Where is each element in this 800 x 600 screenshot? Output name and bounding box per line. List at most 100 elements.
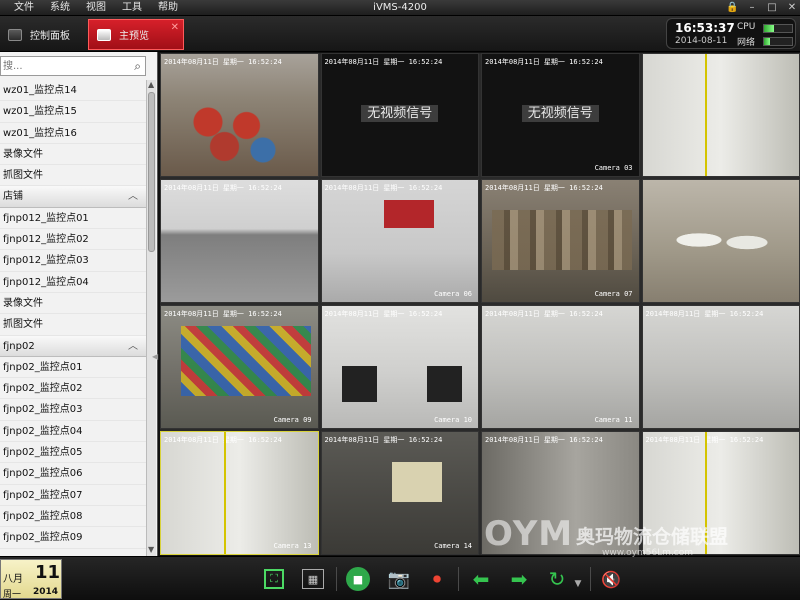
chevron-up-icon[interactable]: ︿ [128, 186, 138, 207]
tab-control-panel-label: 控制面板 [30, 31, 70, 42]
scroll-thumb[interactable] [148, 92, 155, 252]
menu-system[interactable]: 系统 [42, 0, 78, 16]
tree-item[interactable]: 抓图文件 [0, 314, 146, 336]
close-button[interactable]: ✕ [786, 0, 798, 16]
tree-scrollbar[interactable]: ▲ ▼ [146, 80, 156, 556]
camera-view[interactable]: 2014年08月11日 星期一 16:52:24 [160, 53, 319, 177]
calendar-day: 11 [35, 562, 61, 583]
no-signal-overlay: 无视频信号 [322, 102, 479, 122]
collapse-sidebar-icon[interactable]: ◀ [152, 352, 158, 361]
toolbar-divider [336, 567, 337, 591]
tree-item[interactable]: fjnp02_监控点09 [0, 527, 146, 549]
tab-close-icon[interactable]: ✕ [171, 22, 179, 33]
scroll-up-icon[interactable]: ▲ [148, 80, 154, 89]
network-label: 网络 [737, 38, 756, 48]
camera-view[interactable]: 2014年08月11日 星期一 16:52:24 Camera 07 [481, 179, 640, 303]
status-panel: 16:53:37 2014-08-11 CPU 网络 [666, 18, 796, 49]
camera-timestamp: 2014年08月11日 星期一 16:52:24 [164, 58, 282, 66]
camera-view[interactable]: 2014年08月11日 星期一 16:52:24 Camera 10 [320, 305, 479, 429]
capture-icon[interactable]: 📷 [386, 566, 412, 592]
tree-item[interactable]: 抓图文件 [0, 165, 146, 187]
previous-page-icon[interactable]: ⬅ [468, 566, 494, 592]
tree-item[interactable]: fjnp012_监控点04 [0, 272, 146, 293]
tree-item[interactable]: fjnp012_监控点02 [0, 229, 146, 251]
camera-name: Camera 06 [434, 290, 472, 298]
tree-item-label: fjnp02_监控点03 [3, 404, 83, 416]
cycle-dropdown-icon[interactable]: ▼ [572, 571, 584, 597]
camera-view[interactable]: 2014年08月11日 星期一 16:52:24 [641, 431, 800, 555]
tree-item-label: fjnp02_监控点07 [3, 489, 83, 501]
control-panel-icon [8, 28, 22, 41]
cycle-icon[interactable]: ↻ [544, 566, 570, 592]
menu-help[interactable]: 帮助 [150, 0, 186, 16]
next-page-icon[interactable]: ➡ [506, 566, 532, 592]
stop-all-icon[interactable]: ■ [346, 567, 370, 591]
tree-item-label: wz01_监控点16 [3, 127, 77, 139]
search-input[interactable] [3, 59, 123, 73]
clock-date: 2014-08-11 [675, 36, 728, 46]
tree-item-label: 录像文件 [3, 297, 43, 309]
fullscreen-icon[interactable]: ⛶ [264, 569, 284, 589]
tab-control-panel[interactable]: 控制面板 [0, 19, 86, 50]
tree-item[interactable]: wz01_监控点15 [0, 101, 146, 123]
mute-icon[interactable]: 🔇 [598, 566, 624, 592]
tree-item[interactable]: fjnp02_监控点04 [0, 421, 146, 443]
tree-item-label: fjnp012_监控点04 [3, 276, 89, 288]
tree-item-label: fjnp02_监控点06 [3, 468, 83, 480]
camera-view[interactable] [641, 179, 800, 303]
tree-item[interactable]: fjnp02_监控点07 [0, 485, 146, 506]
tree-item[interactable]: fjnp02_监控点01 [0, 357, 146, 379]
tree-item[interactable]: 录像文件 [0, 293, 146, 315]
camera-view[interactable]: 2014年08月11日 星期一 16:52:24 [641, 305, 800, 429]
tree-item[interactable]: fjnp012_监控点03 [0, 250, 146, 272]
tree-item[interactable]: fjnp02_监控点05 [0, 442, 146, 464]
tree-item-label: 抓图文件 [3, 319, 43, 331]
camera-view[interactable]: 2014年08月11日 星期一 16:52:24 Camera 06 [320, 179, 479, 303]
network-meter-fill [764, 38, 770, 45]
resource-sidebar: ⌕ wz01_监控点14wz01_监控点15wz01_监控点16录像文件抓图文件… [0, 52, 158, 556]
record-icon[interactable]: ⏺ [424, 566, 450, 592]
camera-view[interactable]: 2014年08月11日 星期一 16:52:24 无视频信号 Camera 03 [481, 53, 640, 177]
camera-name: Camera 13 [273, 542, 312, 550]
tree-item[interactable]: fjnp02_监控点08 [0, 506, 146, 528]
menu-tools[interactable]: 工具 [114, 0, 150, 16]
tree-item-label: wz01_监控点14 [3, 85, 77, 96]
camera-view[interactable]: 2014年08月11日 星期一 16:52:24 Camera 09 [160, 305, 319, 429]
bottom-toolbar: 八月 11 周一 2014 ⛶ ▦ ■ 📷 ⏺ ⬅ ➡ ↻ ▼ 🔇 [0, 556, 800, 600]
camera-tree: wz01_监控点14 wz01_监控点15 wz01_监控点16 录像文件 抓图文件 店铺… [0, 80, 146, 556]
tab-main-preview[interactable]: 主预览 ✕ [88, 19, 184, 50]
title-bar: 文件 系统 视图 工具 帮助 iVMS-4200 🔒 – □ ✕ [0, 0, 800, 16]
maximize-button[interactable]: □ [766, 0, 778, 16]
camera-name: Camera 14 [434, 542, 472, 550]
lock-icon[interactable]: 🔒 [726, 0, 738, 16]
no-signal-label: 无视频信号 [361, 105, 439, 122]
tree-item[interactable]: fjnp02_监控点03 [0, 399, 146, 421]
tab-bar: 控制面板 主预览 ✕ 16:53:37 2014-08-11 CPU 网络 [0, 16, 800, 52]
tree-item[interactable]: fjnp02_监控点06 [0, 463, 146, 485]
camera-timestamp: 2014年08月11日 星期一 16:52:24 [645, 436, 764, 444]
tree-group-header[interactable]: fjnp02 ︿ [0, 335, 146, 357]
scroll-down-icon[interactable]: ▼ [148, 545, 154, 554]
chevron-up-icon[interactable]: ︿ [128, 336, 138, 357]
menu-file[interactable]: 文件 [0, 0, 42, 16]
tree-item[interactable]: fjnp012_监控点01 [0, 208, 146, 230]
tree-item[interactable]: 录像文件 [0, 144, 146, 166]
camera-view[interactable]: 2014年08月11日 星期一 16:52:24 Camera 11 [481, 305, 640, 429]
menu-view[interactable]: 视图 [78, 0, 114, 16]
camera-view[interactable]: 2014年08月11日 星期一 16:52:24 Camera 13 [160, 431, 319, 555]
tree-item[interactable]: fjnp02_监控点02 [0, 378, 146, 400]
search-icon[interactable]: ⌕ [134, 59, 141, 74]
layout-icon[interactable]: ▦ [302, 569, 324, 589]
tree-item-label: fjnp02_监控点04 [3, 425, 83, 437]
camera-view[interactable]: 2014年08月11日 星期一 16:52:24 Camera 14 [320, 431, 479, 555]
minimize-button[interactable]: – [746, 0, 758, 16]
camera-view[interactable]: 2014年08月11日 星期一 16:52:24 [481, 431, 640, 555]
camera-view[interactable] [641, 53, 800, 177]
tree-item[interactable]: wz01_监控点16 [0, 123, 146, 144]
tree-item[interactable]: wz01_监控点14 [0, 80, 146, 102]
tree-group-header[interactable]: 店铺 ︿ [0, 186, 146, 208]
cpu-label: CPU [737, 22, 756, 32]
camera-view[interactable]: 2014年08月11日 星期一 16:52:24 无视频信号 [320, 53, 479, 177]
camera-view[interactable]: 2014年08月11日 星期一 16:52:24 [160, 179, 319, 303]
calendar-month: 八月 [3, 574, 23, 585]
